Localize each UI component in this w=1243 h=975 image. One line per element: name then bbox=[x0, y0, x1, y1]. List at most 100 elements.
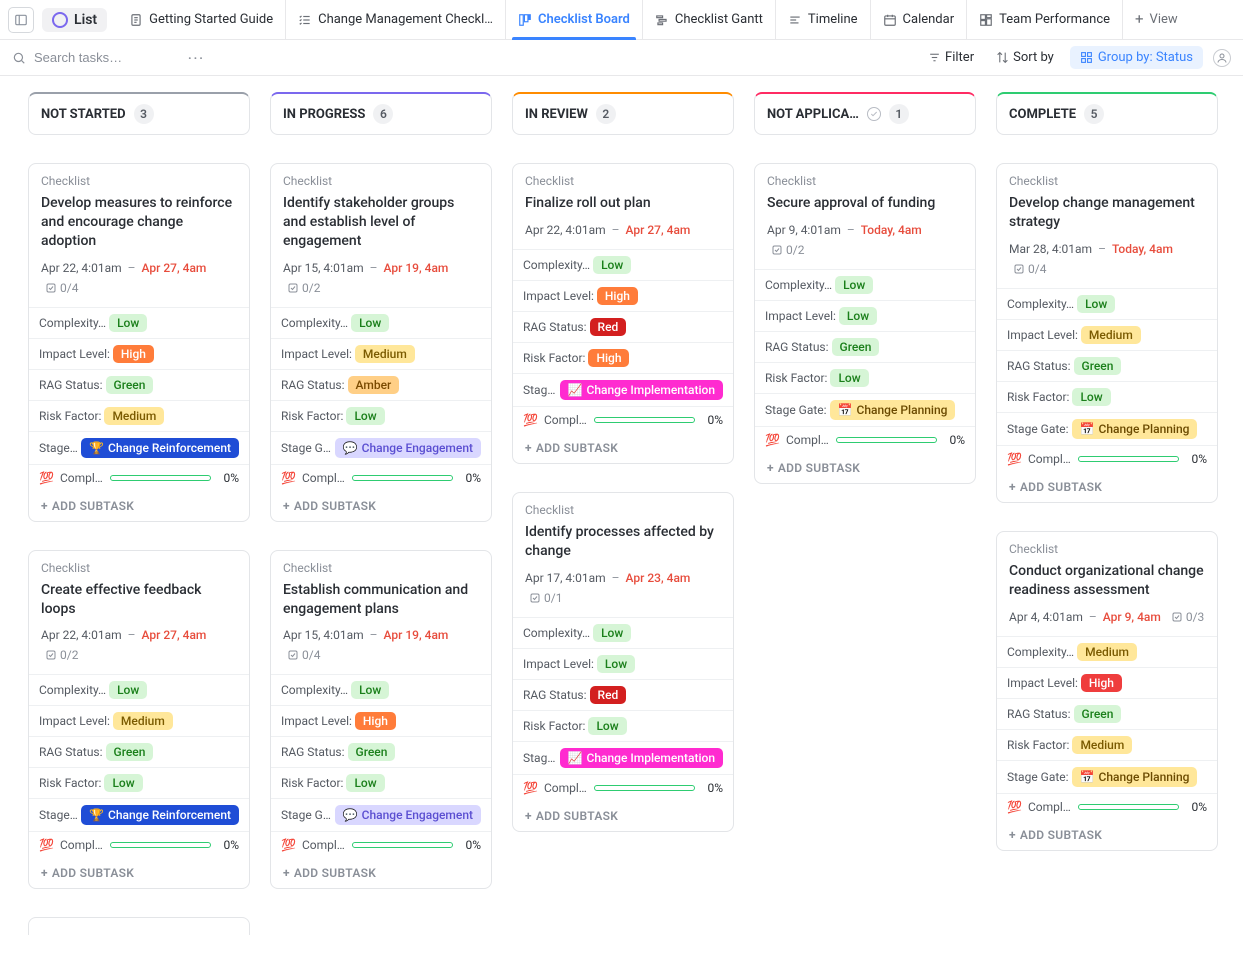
add-subtask-button[interactable]: +ADD SUBTASK bbox=[513, 433, 733, 463]
more-options-button[interactable]: ··· bbox=[182, 51, 211, 65]
task-card[interactable]: ChecklistCreate effective feedback loops… bbox=[28, 550, 250, 890]
filter-button[interactable]: Filter bbox=[922, 46, 980, 69]
tab-checklist-board[interactable]: Checklist Board bbox=[505, 0, 642, 39]
tab-checklist-gantt[interactable]: Checklist Gantt bbox=[642, 0, 775, 39]
add-subtask-button[interactable]: +ADD SUBTASK bbox=[997, 472, 1217, 502]
field-impact-level[interactable]: Impact Level:High bbox=[513, 281, 733, 312]
search-input[interactable] bbox=[32, 49, 172, 66]
field-risk-factor[interactable]: Risk Factor:Low bbox=[755, 363, 975, 394]
column-header[interactable]: IN PROGRESS6 bbox=[270, 92, 492, 135]
task-card[interactable]: ChecklistFinalize roll out planApr 22, 4… bbox=[512, 163, 734, 464]
field-risk-factor[interactable]: Risk Factor:Low bbox=[997, 382, 1217, 413]
field-completion[interactable]: 💯Complet…0% bbox=[513, 407, 733, 433]
field-stage-gate[interactable]: Stage Gate:💬 Change Engagement bbox=[271, 799, 491, 832]
tab-getting-started-guide[interactable]: Getting Started Guide bbox=[117, 0, 285, 39]
field-rag-status[interactable]: RAG Status:Green bbox=[997, 699, 1217, 730]
field-completion[interactable]: 💯Complet…0% bbox=[271, 465, 491, 491]
task-card[interactable]: ChecklistIdentify stakeholder groups and… bbox=[270, 163, 492, 522]
due-date: Apr 27, 4am bbox=[142, 261, 207, 275]
field-rag-status[interactable]: RAG Status:Red bbox=[513, 312, 733, 343]
field-risk-factor[interactable]: Risk Factor:Medium bbox=[997, 730, 1217, 761]
field-risk-factor[interactable]: Risk Factor:Medium bbox=[29, 401, 249, 432]
view-tabs-bar: List Getting Started GuideChange Managem… bbox=[0, 0, 1243, 40]
task-card[interactable]: ChecklistConduct organizational change r… bbox=[996, 531, 1218, 851]
field-complexity[interactable]: Complexity…Low bbox=[513, 250, 733, 281]
field-complexity[interactable]: Complexity…Low bbox=[755, 270, 975, 301]
field-stage-gate[interactable]: Stage Gate:📈 Change Implementation bbox=[513, 742, 733, 775]
add-subtask-button[interactable]: +ADD SUBTASK bbox=[271, 858, 491, 888]
column-header[interactable]: NOT APPLICA…1 bbox=[754, 92, 976, 135]
assignee-filter-button[interactable] bbox=[1213, 49, 1231, 67]
add-view-button[interactable]: +View bbox=[1122, 0, 1190, 39]
field-risk-factor[interactable]: Risk Factor:Low bbox=[513, 711, 733, 742]
field-impact-level[interactable]: Impact Level:High bbox=[997, 668, 1217, 699]
task-card[interactable]: ChecklistIdentify processes affected by … bbox=[512, 492, 734, 832]
collapse-sidebar-button[interactable] bbox=[8, 7, 34, 33]
tab-timeline[interactable]: Timeline bbox=[775, 0, 870, 39]
field-risk-factor[interactable]: Risk Factor:Low bbox=[271, 401, 491, 432]
field-impact-level[interactable]: Impact Level:Low bbox=[513, 649, 733, 680]
field-rag-status[interactable]: RAG Status:Green bbox=[29, 737, 249, 768]
add-subtask-button[interactable]: +ADD SUBTASK bbox=[29, 858, 249, 888]
task-title: Develop change management strategy bbox=[1009, 194, 1205, 232]
field-impact-level[interactable]: Impact Level:Low bbox=[755, 301, 975, 332]
add-subtask-button[interactable]: +ADD SUBTASK bbox=[755, 453, 975, 483]
task-card[interactable]: ChecklistSecure approval of fundingApr 9… bbox=[754, 163, 976, 484]
field-complexity[interactable]: Complexity…Low bbox=[29, 675, 249, 706]
field-rag-status[interactable]: RAG Status:Green bbox=[997, 351, 1217, 382]
add-subtask-button[interactable]: +ADD SUBTASK bbox=[513, 801, 733, 831]
field-complexity[interactable]: Complexity…Low bbox=[29, 308, 249, 339]
field-completion[interactable]: 💯Complet…0% bbox=[271, 832, 491, 858]
field-stage-gate[interactable]: Stage Gate:📅 Change Planning bbox=[755, 394, 975, 427]
field-complexity[interactable]: Complexity…Low bbox=[513, 618, 733, 649]
field-risk-factor[interactable]: Risk Factor:Low bbox=[271, 768, 491, 799]
task-card[interactable]: ChecklistEstablish communication and en­… bbox=[270, 550, 492, 890]
field-risk-factor[interactable]: Risk Factor:High bbox=[513, 343, 733, 374]
field-stage-gate[interactable]: Stage Gate:🏆 Change Reinforcement bbox=[29, 432, 249, 465]
task-card[interactable]: ChecklistDevelop measures to reinforce a… bbox=[28, 163, 250, 522]
field-stage-gate[interactable]: Stage Gate:📅 Change Planning bbox=[997, 761, 1217, 794]
field-complexity[interactable]: Complexity…Low bbox=[271, 675, 491, 706]
list-title-button[interactable]: List bbox=[42, 8, 107, 32]
field-stage-gate[interactable]: Stage Gate:📈 Change Implementation bbox=[513, 374, 733, 407]
sortby-button[interactable]: Sort by bbox=[990, 46, 1060, 69]
field-stage-gate[interactable]: Stage Gate:💬 Change Engagement bbox=[271, 432, 491, 465]
field-completion[interactable]: 💯Complet…0% bbox=[513, 775, 733, 801]
field-stage-gate[interactable]: Stage Gate:🏆 Change Reinforcement bbox=[29, 799, 249, 832]
field-stage-gate[interactable]: Stage Gate:📅 Change Planning bbox=[997, 413, 1217, 446]
tab-team-performance[interactable]: Team Performance bbox=[966, 0, 1122, 39]
field-completion[interactable]: 💯Complet…0% bbox=[997, 794, 1217, 820]
field-complexity[interactable]: Complexity…Low bbox=[997, 289, 1217, 320]
field-rag-status[interactable]: RAG Status:Green bbox=[755, 332, 975, 363]
field-rag-status[interactable]: RAG Status:Amber bbox=[271, 370, 491, 401]
add-subtask-button[interactable]: +ADD SUBTASK bbox=[271, 491, 491, 521]
field-impact-level[interactable]: Impact Level:Medium bbox=[997, 320, 1217, 351]
kanban-board[interactable]: NOT STARTED3 ChecklistDevelop measures to… bbox=[0, 76, 1243, 975]
column-header[interactable]: NOT STARTED3 bbox=[28, 92, 250, 135]
tab-calendar[interactable]: Calendar bbox=[870, 0, 967, 39]
tag: High bbox=[597, 287, 638, 305]
field-impact-level[interactable]: Impact Level:High bbox=[271, 706, 491, 737]
field-impact-level[interactable]: Impact Level:High bbox=[29, 339, 249, 370]
add-subtask-button[interactable]: +ADD SUBTASK bbox=[997, 820, 1217, 850]
field-completion[interactable]: 💯Complet…0% bbox=[29, 465, 249, 491]
field-complexity[interactable]: Complexity…Low bbox=[271, 308, 491, 339]
tab-change-management-checkl[interactable]: Change Management Checkl… bbox=[285, 0, 505, 39]
field-rag-status[interactable]: RAG Status:Red bbox=[513, 680, 733, 711]
field-completion[interactable]: 💯Complet…0% bbox=[29, 832, 249, 858]
field-impact-level[interactable]: Impact Level:Medium bbox=[271, 339, 491, 370]
field-risk-factor[interactable]: Risk Factor:Low bbox=[29, 768, 249, 799]
sortby-label: Sort by bbox=[1013, 50, 1054, 65]
field-completion[interactable]: 💯Complet…0% bbox=[755, 427, 975, 453]
add-subtask-button[interactable]: +ADD SUBTASK bbox=[29, 491, 249, 521]
field-impact-level[interactable]: Impact Level:Medium bbox=[29, 706, 249, 737]
field-completion[interactable]: 💯Complet…0% bbox=[997, 446, 1217, 472]
field-complexity[interactable]: Complexity…Medium bbox=[997, 637, 1217, 668]
field-rag-status[interactable]: RAG Status:Green bbox=[271, 737, 491, 768]
column-header[interactable]: COMPLETE5 bbox=[996, 92, 1218, 135]
groupby-button[interactable]: Group by: Status bbox=[1070, 46, 1203, 69]
task-card-partial[interactable] bbox=[28, 917, 250, 935]
field-rag-status[interactable]: RAG Status:Green bbox=[29, 370, 249, 401]
column-header[interactable]: IN REVIEW2 bbox=[512, 92, 734, 135]
task-card[interactable]: ChecklistDevelop change management strat… bbox=[996, 163, 1218, 503]
